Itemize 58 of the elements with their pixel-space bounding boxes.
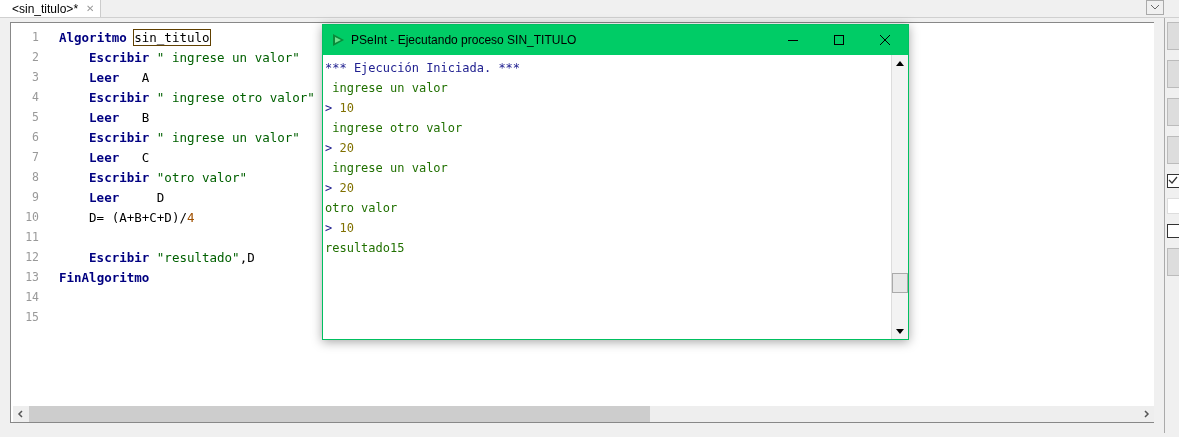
code-line: D= (A+B+C+D)/4: [89, 209, 195, 225]
prompt-symbol: >: [325, 221, 333, 235]
line-number: 13: [24, 270, 39, 284]
code-line: Escribir " ingrese un valor": [89, 49, 300, 65]
line-number: 8: [31, 170, 39, 184]
code-line: Escribir " ingrese un valor": [89, 129, 300, 145]
code-line: Escribir " ingrese otro valor": [89, 89, 315, 105]
code-line: Leer C: [89, 149, 150, 165]
scroll-up-icon[interactable]: [896, 60, 904, 66]
line-number: 7: [31, 150, 39, 164]
scroll-left-icon[interactable]: [17, 410, 25, 418]
line-number: 3: [31, 70, 39, 84]
code-line: Escribir "otro valor": [89, 169, 248, 185]
console-text: otro valor: [325, 201, 398, 215]
input-value-text: 20: [339, 141, 354, 155]
console-text: resultado15: [325, 241, 405, 255]
input-value-text: 10: [339, 101, 354, 115]
line-number: 6: [31, 130, 39, 144]
horizontal-scrollbar[interactable]: [13, 406, 1154, 422]
line-number: 15: [24, 310, 39, 324]
line-number: 14: [24, 290, 39, 304]
scrollbar-thumb[interactable]: [29, 406, 651, 422]
prompt-symbol: >: [325, 141, 333, 155]
line-number: 1: [31, 30, 39, 44]
code-line: Leer D: [89, 189, 165, 205]
prompt-symbol: >: [325, 181, 333, 195]
line-number: 5: [31, 110, 39, 124]
console-text: *** Ejecución Iniciada. ***: [325, 61, 521, 75]
input-value-text: 20: [339, 181, 354, 195]
checkbox[interactable]: [1167, 224, 1179, 238]
line-number: 4: [31, 90, 39, 104]
vertical-scrollbar[interactable]: [891, 55, 908, 339]
console-text: ingrese otro valor: [331, 121, 463, 135]
prompt-symbol: >: [325, 101, 333, 115]
close-icon: [879, 34, 891, 46]
line-number: 12: [24, 250, 39, 264]
code-line: Leer A: [89, 69, 150, 85]
scrollbar-thumb[interactable]: [892, 273, 908, 293]
code-line: Leer B: [89, 109, 150, 125]
app-logo-icon: [331, 33, 345, 47]
checkbox[interactable]: [1167, 174, 1179, 188]
editor-tab[interactable]: <sin_titulo>* ✕: [0, 0, 102, 17]
maximize-icon: [833, 34, 845, 46]
console-text: ingrese un valor: [331, 81, 448, 95]
line-number: 10: [24, 210, 39, 224]
input-value-text: 10: [339, 221, 354, 235]
line-number: 9: [31, 190, 39, 204]
scroll-right-icon[interactable]: [1142, 410, 1150, 418]
code-line: Escribir "resultado",D: [89, 249, 255, 265]
console-text: ingrese un valor: [331, 161, 448, 175]
line-number: 11: [24, 230, 39, 244]
chevron-down-icon: [1151, 5, 1159, 10]
line-number: 2: [31, 50, 39, 64]
dropdown-button[interactable]: [1146, 0, 1164, 15]
window-title: PSeInt - Ejecutando proceso SIN_TITULO: [351, 33, 578, 47]
scroll-down-icon[interactable]: [896, 328, 904, 334]
code-line: Algoritmo sin_titulo: [59, 29, 210, 45]
code-line: FinAlgoritmo: [59, 269, 150, 285]
